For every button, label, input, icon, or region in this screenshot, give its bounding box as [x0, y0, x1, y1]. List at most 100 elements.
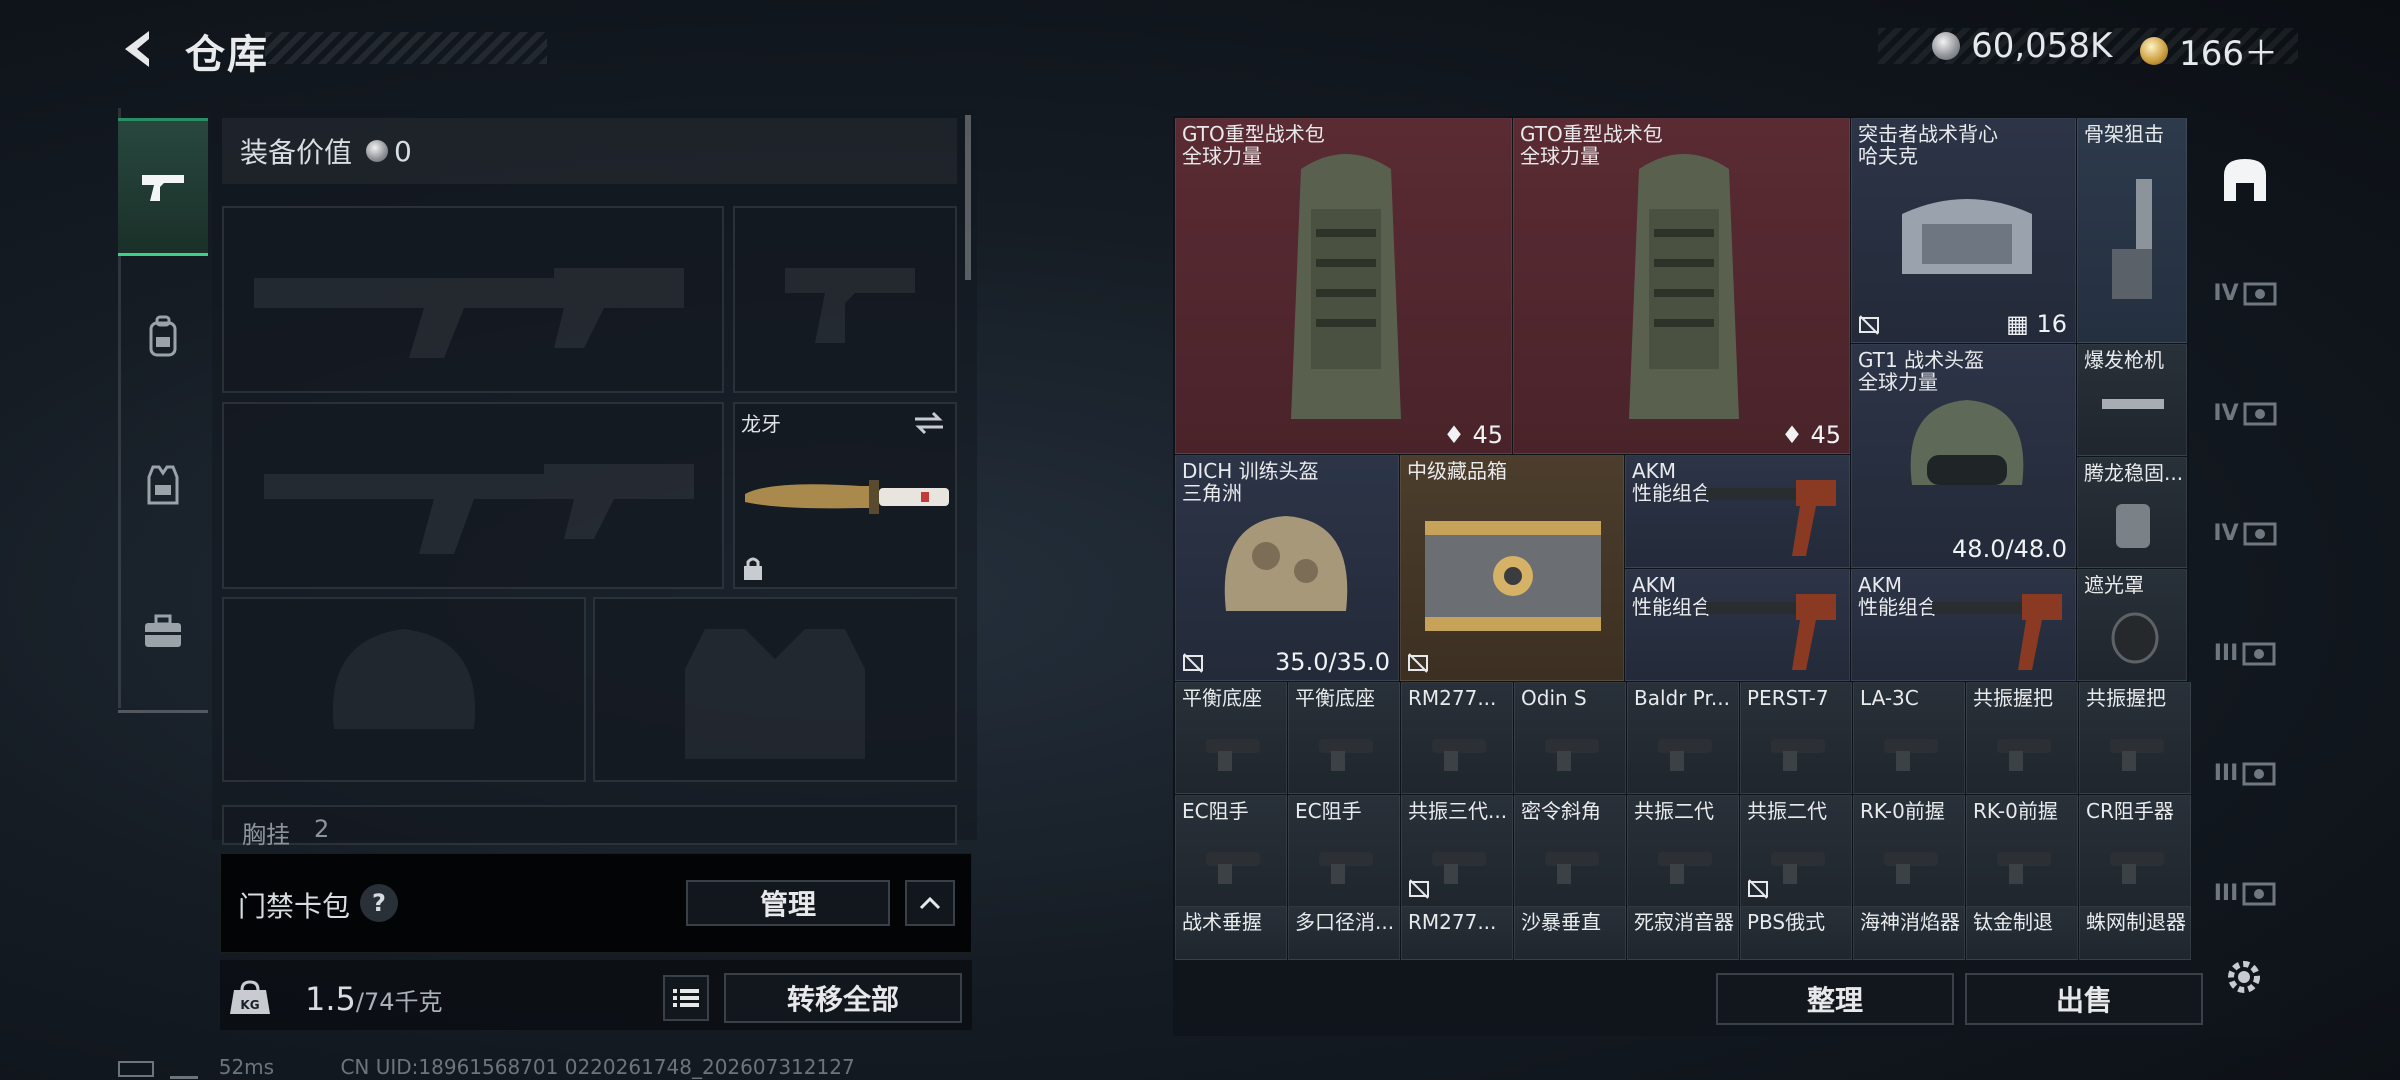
- helmet-slot[interactable]: [222, 597, 586, 782]
- stash-item-attachment[interactable]: RM277...: [1401, 682, 1513, 794]
- manage-button[interactable]: 管理: [686, 880, 890, 926]
- stash-item-attachment[interactable]: 沙暴垂直: [1514, 906, 1626, 960]
- stash-item-tenglong[interactable]: 腾龙稳固...: [2077, 457, 2187, 568]
- stash-item-attachment[interactable]: 蛛网制退器: [2079, 906, 2191, 960]
- stash-item-attachment[interactable]: 共振三代...: [1401, 795, 1513, 907]
- pistol-slot[interactable]: [733, 206, 957, 393]
- stash-item-attachment[interactable]: 多口径消...: [1288, 906, 1400, 960]
- attachment-icon: [2110, 852, 2164, 884]
- tier-item-icon: [2243, 282, 2277, 306]
- tier-item-icon: [2242, 882, 2276, 906]
- settings-gear-icon[interactable]: [2222, 955, 2266, 999]
- akm-receiver-icon: [1706, 480, 1836, 556]
- stash-item-dich-helmet[interactable]: DICH 训练头盔 三角洲 35.0/35.0: [1175, 455, 1399, 681]
- chest-rig-slot[interactable]: 胸挂 2: [222, 805, 957, 849]
- stash-item-vest[interactable]: 突击者战术背心 哈夫克 ▦ 16: [1851, 118, 2076, 343]
- attachment-icon: [1319, 739, 1373, 771]
- item-name: 钛金制退: [1973, 910, 2053, 934]
- tab-armor[interactable]: [118, 420, 208, 550]
- back-arrow-icon[interactable]: [115, 25, 163, 73]
- lock-icon: [744, 557, 762, 580]
- stash-item-attachment[interactable]: PERST-7: [1740, 682, 1852, 794]
- stash-item-attachment[interactable]: EC阻手: [1175, 795, 1287, 907]
- stash-item-attachment[interactable]: 平衡底座: [1175, 682, 1287, 794]
- tier-item-icon: [2243, 402, 2277, 426]
- item-name: Odin S: [1521, 686, 1587, 710]
- tab-case[interactable]: [118, 566, 208, 696]
- rail-filter-tier[interactable]: III: [2210, 858, 2280, 928]
- stash-item-attachment[interactable]: 平衡底座: [1288, 682, 1400, 794]
- stash-item-stock[interactable]: 骨架狙击: [2077, 118, 2187, 343]
- stash-item-attachment[interactable]: RK-0前握: [1853, 795, 1965, 907]
- rail-filter-tier[interactable]: IV: [2210, 498, 2280, 568]
- secondary-weapon-slot[interactable]: [222, 402, 724, 589]
- stash-item-akm[interactable]: AKM 性能组合: [1625, 569, 1850, 681]
- weight-capacity: /74千克: [355, 988, 443, 1016]
- item-name: PERST-7: [1747, 686, 1829, 710]
- stash-item-attachment[interactable]: 钛金制退: [1966, 906, 2078, 960]
- vest-icon: [147, 465, 179, 505]
- equipment-value-label: 装备价值: [240, 136, 353, 169]
- gold-currency[interactable]: 166＋: [2140, 26, 2278, 75]
- stash-item-attachment[interactable]: Baldr Pr...: [1627, 682, 1739, 794]
- swap-icon[interactable]: [911, 410, 947, 436]
- melee-name: 龙牙: [741, 412, 781, 436]
- armor-slot[interactable]: [593, 597, 957, 782]
- tab-weapons[interactable]: [118, 118, 208, 256]
- list-view-button[interactable]: [663, 975, 709, 1021]
- stash-item-attachment[interactable]: RK-0前握: [1966, 795, 2078, 907]
- stash-item-attachment[interactable]: RM277...: [1401, 906, 1513, 960]
- stash-item-attachment[interactable]: 共振二代: [1740, 795, 1852, 907]
- stash-item-attachment[interactable]: 密令斜角: [1514, 795, 1626, 907]
- tier-label: IV: [2213, 520, 2239, 546]
- stash-item-attachment[interactable]: EC阻手: [1288, 795, 1400, 907]
- sell-button[interactable]: 出售: [1965, 973, 2203, 1025]
- equipment-scrollbar[interactable]: [965, 115, 971, 280]
- tab-backpack[interactable]: [118, 272, 208, 402]
- help-icon[interactable]: ?: [360, 884, 398, 922]
- silver-currency[interactable]: 60,058K: [1932, 26, 2112, 66]
- stash-item-lens-shade[interactable]: 遮光罩: [2077, 569, 2187, 681]
- equipment-value-header: 装备价值 0: [222, 118, 957, 184]
- rail-filter-tier[interactable]: IV: [2210, 378, 2280, 448]
- stash-item-attachment[interactable]: Odin S: [1514, 682, 1626, 794]
- rail-filter-tier[interactable]: III: [2210, 618, 2280, 688]
- status-line: 52ms CN UID:18961568701 0220261748_20260…: [118, 1055, 855, 1079]
- stash-item-attachment[interactable]: 共振握把: [1966, 682, 2078, 794]
- attachment-icon: [1432, 739, 1486, 771]
- stash-item-burst-bolt[interactable]: 爆发枪机: [2077, 344, 2187, 456]
- stash-item-akm[interactable]: AKM 性能组合: [1851, 569, 2076, 681]
- rail-filter-tier[interactable]: III: [2210, 738, 2280, 808]
- primary-weapon-slot[interactable]: [222, 206, 724, 393]
- page-title: 仓库: [185, 32, 269, 78]
- stash-item-attachment[interactable]: 死寂消音器: [1627, 906, 1739, 960]
- transfer-all-button[interactable]: 转移全部: [724, 973, 962, 1023]
- stash-item-attachment[interactable]: CR阻手器: [2079, 795, 2191, 907]
- stash-item-attachment[interactable]: 战术垂握: [1175, 906, 1287, 960]
- item-name: 平衡底座: [1295, 686, 1375, 710]
- stash-item-gt1-helmet[interactable]: GT1 战术头盔 全球力量 48.0/48.0: [1851, 344, 2076, 568]
- melee-slot[interactable]: 龙牙: [733, 402, 957, 589]
- stash-item-attachment[interactable]: PBS俄式: [1740, 906, 1852, 960]
- no-insure-icon: [1859, 315, 1879, 335]
- akm-receiver-icon: [1706, 594, 1836, 670]
- item-value: ♦ 45: [1443, 421, 1503, 449]
- sort-button[interactable]: 整理: [1716, 973, 1954, 1025]
- stash-item-attachment[interactable]: LA-3C: [1853, 682, 1965, 794]
- stash-item-gto-backpack[interactable]: GTO重型战术包 全球力量 ♦ 45: [1513, 118, 1850, 454]
- attachment-icon: [1997, 739, 2051, 771]
- signal-icon: [170, 1059, 199, 1079]
- attachment-icon: [1658, 739, 1712, 771]
- stash-item-attachment[interactable]: 海神消焰器: [1853, 906, 1965, 960]
- rail-filter-tier[interactable]: IV: [2210, 258, 2280, 328]
- item-name: 共振握把: [1973, 686, 2053, 710]
- stash-item-akm[interactable]: AKM 性能组合: [1625, 455, 1850, 568]
- stock-icon: [2112, 179, 2152, 299]
- rail-home[interactable]: [2210, 145, 2280, 215]
- rifle-silhouette-icon: [264, 464, 694, 554]
- stash-item-collectible-box[interactable]: 中级藏品箱: [1400, 455, 1624, 681]
- stash-item-gto-backpack[interactable]: GTO重型战术包 全球力量 ♦ 45: [1175, 118, 1512, 454]
- stash-item-attachment[interactable]: 共振握把: [2079, 682, 2191, 794]
- stash-item-attachment[interactable]: 共振二代: [1627, 795, 1739, 907]
- collapse-button[interactable]: [905, 880, 955, 926]
